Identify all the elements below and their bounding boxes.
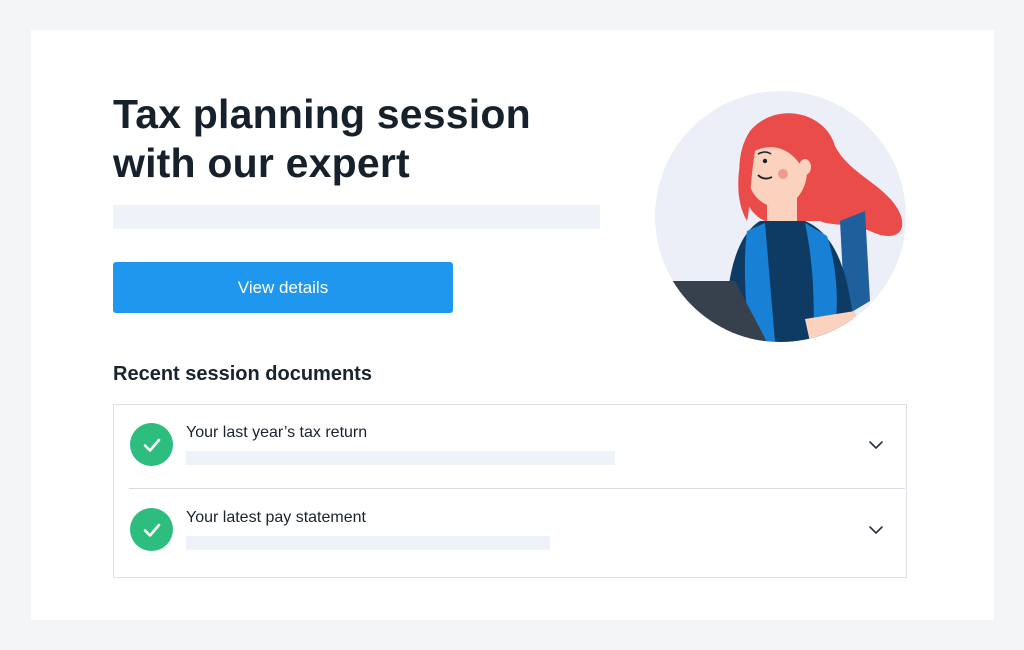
check-icon [130, 423, 173, 466]
expert-illustration [655, 91, 906, 342]
view-details-button[interactable]: View details [113, 262, 453, 313]
documents-list: Your last year’s tax return Your latest … [113, 404, 907, 578]
session-card: Tax planning session with our expert Vie… [31, 30, 994, 620]
expert-avatar [655, 91, 906, 342]
title-line-1: Tax planning session [113, 91, 531, 137]
document-description-placeholder [186, 451, 615, 465]
chevron-down-icon[interactable] [866, 520, 886, 540]
document-label: Your latest pay statement [186, 509, 366, 526]
document-item-pay-statement[interactable]: Your latest pay statement [114, 490, 906, 574]
chevron-down-icon[interactable] [866, 435, 886, 455]
document-description-placeholder [186, 536, 550, 550]
document-item-tax-return[interactable]: Your last year’s tax return [114, 405, 906, 489]
divider [129, 488, 905, 489]
title-line-2: with our expert [113, 140, 410, 186]
check-icon [130, 508, 173, 551]
section-title: Recent session documents [113, 363, 372, 385]
description-placeholder [113, 205, 600, 229]
document-label: Your last year’s tax return [186, 424, 368, 441]
page-title: Tax planning session with our expert [113, 90, 573, 188]
